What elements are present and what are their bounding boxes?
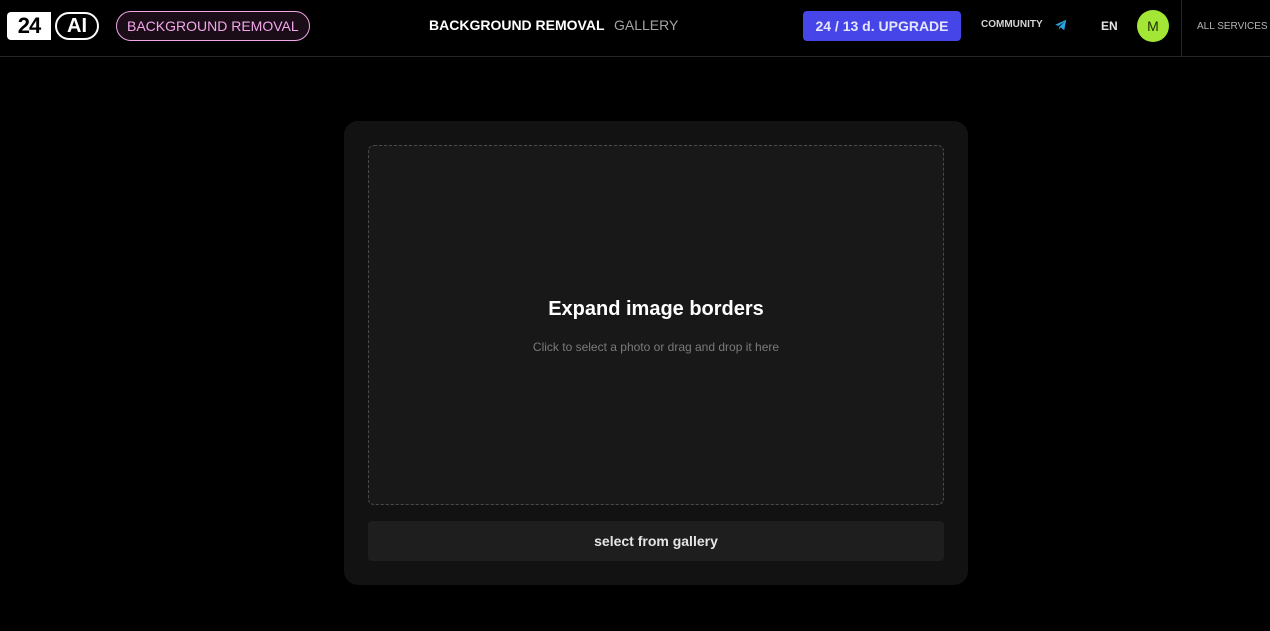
upgrade-button[interactable]: 24 / 13 d. UPGRADE bbox=[803, 11, 961, 41]
user-avatar[interactable]: M bbox=[1137, 10, 1169, 42]
select-from-gallery-button[interactable]: select from gallery bbox=[368, 521, 944, 561]
nav-background-removal[interactable]: BACKGROUND REMOVAL bbox=[429, 17, 605, 33]
community-link[interactable]: COMMUNITY bbox=[981, 19, 1043, 30]
top-header: 24 AI BACKGROUND REMOVAL BACKGROUND REMO… bbox=[0, 0, 1270, 57]
header-divider bbox=[1181, 0, 1182, 57]
dropzone-hint: Click to select a photo or drag and drop… bbox=[532, 340, 780, 354]
logo-24: 24 bbox=[7, 12, 51, 40]
logo-ai: AI bbox=[55, 12, 99, 40]
all-services-link[interactable]: ALL SERVICES bbox=[1197, 21, 1268, 32]
upload-card: Expand image borders Click to select a p… bbox=[344, 121, 968, 585]
dropzone-title: Expand image borders bbox=[548, 298, 764, 320]
logo[interactable]: 24 AI bbox=[7, 12, 99, 40]
nav-gallery[interactable]: GALLERY bbox=[614, 17, 678, 33]
service-selector-pill[interactable]: BACKGROUND REMOVAL bbox=[116, 11, 310, 41]
language-selector[interactable]: EN bbox=[1101, 19, 1118, 33]
telegram-icon[interactable] bbox=[1054, 18, 1068, 32]
image-dropzone[interactable]: Expand image borders Click to select a p… bbox=[368, 145, 944, 505]
